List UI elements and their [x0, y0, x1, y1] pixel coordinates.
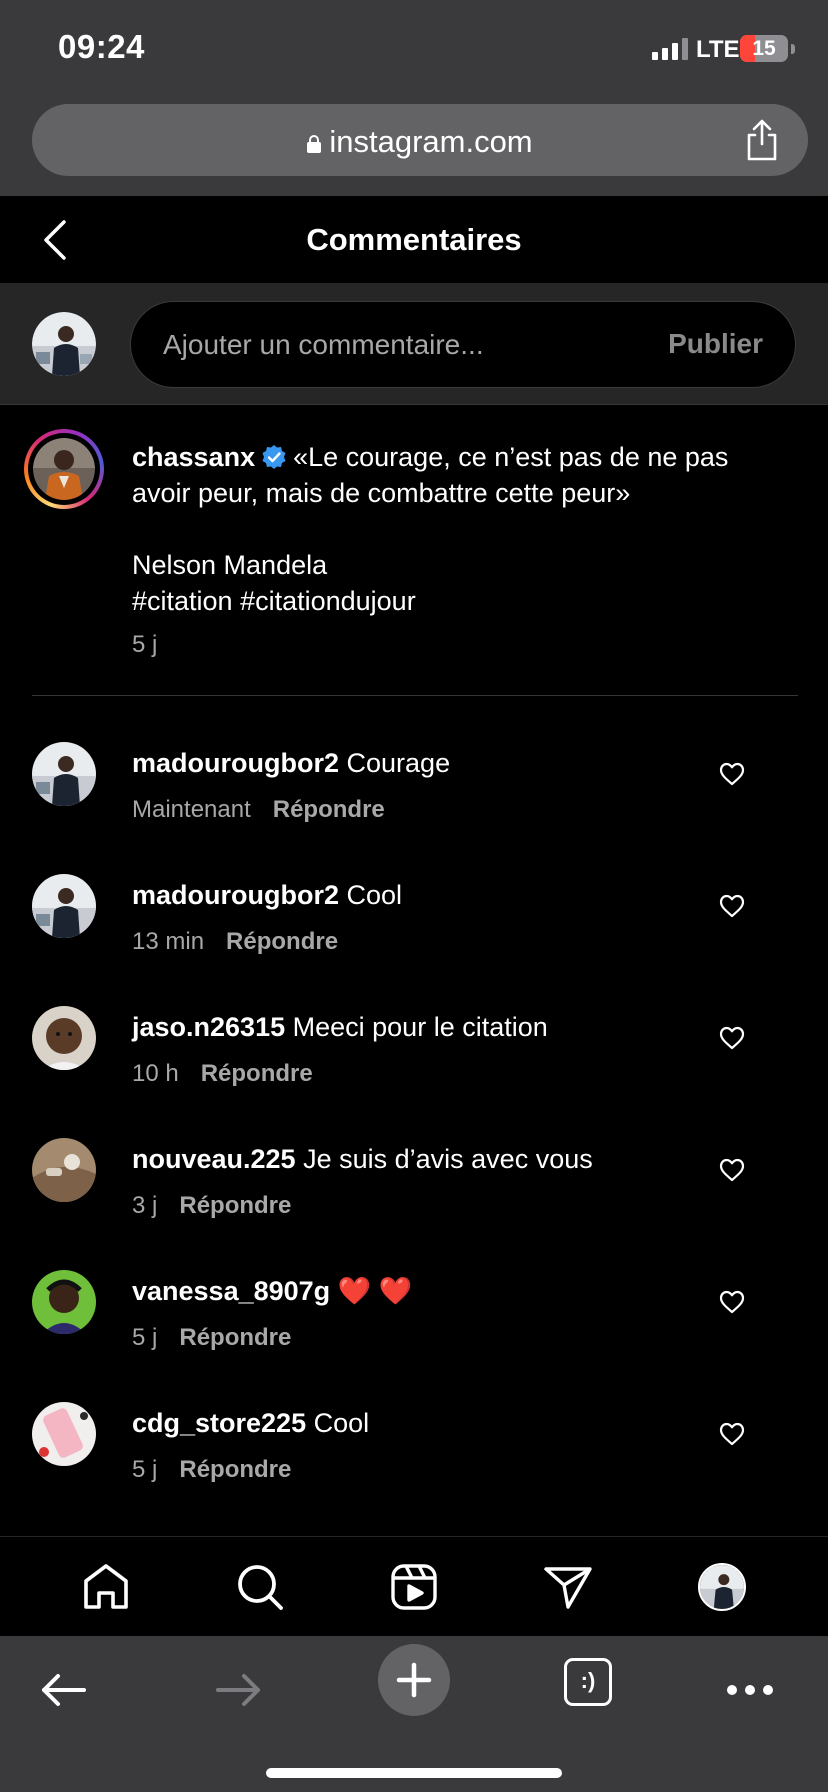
- caption-hashtags[interactable]: #citation #citationdujour: [132, 583, 802, 619]
- address-bar[interactable]: instagram.com: [32, 104, 808, 176]
- comments-list: madourougbor2 Courage Maintenant Répondre…: [0, 710, 828, 1502]
- comment-time: Maintenant: [132, 796, 251, 823]
- publish-button[interactable]: Publier: [668, 328, 763, 360]
- share-icon[interactable]: [742, 118, 782, 162]
- comment-item: cdg_store225 Cool 5 j Répondre: [0, 1370, 828, 1502]
- heart-icon[interactable]: [719, 1158, 745, 1182]
- url-text: instagram.com: [329, 124, 533, 159]
- heart-icon[interactable]: [719, 1290, 745, 1314]
- caption-username[interactable]: chassanx: [132, 442, 255, 472]
- comment-item: nouveau.225 Je suis d’avis avec vous 3 j…: [0, 1106, 828, 1238]
- network-label: LTE: [696, 36, 740, 63]
- browser-address-area: instagram.com: [0, 100, 828, 196]
- battery-icon: 15: [740, 35, 788, 62]
- comment-username[interactable]: cdg_store225: [132, 1408, 306, 1438]
- divider: [32, 695, 798, 696]
- verified-badge-icon: [262, 445, 286, 469]
- caption-line: avoir peur, mais de combattre cette peur…: [132, 478, 631, 508]
- commenter-avatar[interactable]: [32, 1138, 96, 1202]
- bottom-navigation: [0, 1536, 828, 1636]
- comment-item: vanessa_8907g ❤️ ❤️ 5 j Répondre: [0, 1238, 828, 1370]
- reply-button[interactable]: Répondre: [273, 796, 385, 823]
- reply-button[interactable]: Répondre: [226, 928, 338, 955]
- search-icon[interactable]: [234, 1561, 286, 1613]
- comment-username[interactable]: madourougbor2: [132, 880, 339, 910]
- comment-field-wrapper: Publier: [130, 301, 796, 388]
- caption-line: «Le courage, ce n’est pas de ne pas: [293, 442, 729, 472]
- reply-button[interactable]: Répondre: [179, 1324, 291, 1351]
- comment-text: Courage: [346, 748, 451, 778]
- heart-icon[interactable]: [719, 762, 745, 786]
- direct-message-icon[interactable]: [542, 1561, 594, 1613]
- lock-icon: [307, 135, 322, 153]
- signal-icon: [652, 38, 688, 60]
- comment-input[interactable]: [163, 302, 633, 387]
- tabs-icon[interactable]: :): [564, 1658, 612, 1706]
- browser-toolbar: :): [0, 1636, 828, 1792]
- comment-time: 10 h: [132, 1060, 179, 1087]
- comment-text: ❤️ ❤️: [337, 1276, 413, 1306]
- commenter-avatar[interactable]: [32, 742, 96, 806]
- tabs-label: :): [580, 1668, 596, 1693]
- more-icon[interactable]: [722, 1662, 778, 1718]
- caption-line: Nelson Mandela: [132, 550, 328, 580]
- commenter-avatar[interactable]: [32, 1270, 96, 1334]
- heart-icon[interactable]: [719, 894, 745, 918]
- comment-text: Je suis d’avis avec vous: [303, 1144, 593, 1174]
- comment-time: 5 j: [132, 1456, 158, 1483]
- comment-username[interactable]: vanessa_8907g: [132, 1276, 330, 1306]
- commenter-avatar[interactable]: [32, 1402, 96, 1466]
- comment-username[interactable]: madourougbor2: [132, 748, 339, 778]
- new-tab-button[interactable]: [378, 1644, 450, 1716]
- status-time: 09:24: [58, 28, 145, 65]
- caption-timestamp: 5 j: [132, 631, 158, 658]
- post-caption: chassanx «Le courage, ce n’est pas de ne …: [0, 405, 828, 697]
- reply-button[interactable]: Répondre: [179, 1456, 291, 1483]
- my-avatar: [32, 312, 96, 376]
- comment-composer: Publier: [0, 284, 828, 405]
- back-arrow-icon[interactable]: [36, 1662, 92, 1718]
- comment-username[interactable]: nouveau.225: [132, 1144, 296, 1174]
- battery-tip: [791, 44, 795, 54]
- reply-button[interactable]: Répondre: [179, 1192, 291, 1219]
- heart-icon[interactable]: [719, 1026, 745, 1050]
- page-title: Commentaires: [306, 222, 522, 257]
- comment-username[interactable]: jaso.n26315: [132, 1012, 285, 1042]
- forward-arrow-icon: [216, 1674, 260, 1706]
- comments-header: Commentaires: [0, 196, 828, 284]
- story-ring[interactable]: [24, 429, 104, 509]
- caption-line: [132, 511, 802, 547]
- comment-item: jaso.n26315 Meeci pour le citation 10 h R…: [0, 974, 828, 1106]
- comment-text: Meeci pour le citation: [292, 1012, 548, 1042]
- home-icon[interactable]: [80, 1561, 132, 1613]
- comment-text: Cool: [346, 880, 403, 910]
- author-avatar: [33, 438, 95, 500]
- commenter-avatar[interactable]: [32, 874, 96, 938]
- status-bar: 09:24 LTE 15: [0, 0, 828, 100]
- reels-icon[interactable]: [388, 1561, 440, 1613]
- comment-text: Cool: [313, 1408, 370, 1438]
- profile-avatar[interactable]: [698, 1563, 746, 1611]
- battery-level: 15: [752, 37, 776, 60]
- comment-time: 3 j: [132, 1192, 158, 1219]
- reply-button[interactable]: Répondre: [201, 1060, 313, 1087]
- comment-time: 5 j: [132, 1324, 158, 1351]
- comment-time: 13 min: [132, 928, 205, 955]
- home-indicator: [266, 1768, 562, 1778]
- comment-item: madourougbor2 Cool 13 min Répondre: [0, 842, 828, 974]
- new-tab-plus-icon: [396, 1662, 432, 1698]
- commenter-avatar[interactable]: [32, 1006, 96, 1070]
- comment-item: madourougbor2 Courage Maintenant Répondre: [0, 710, 828, 842]
- heart-icon[interactable]: [719, 1422, 745, 1446]
